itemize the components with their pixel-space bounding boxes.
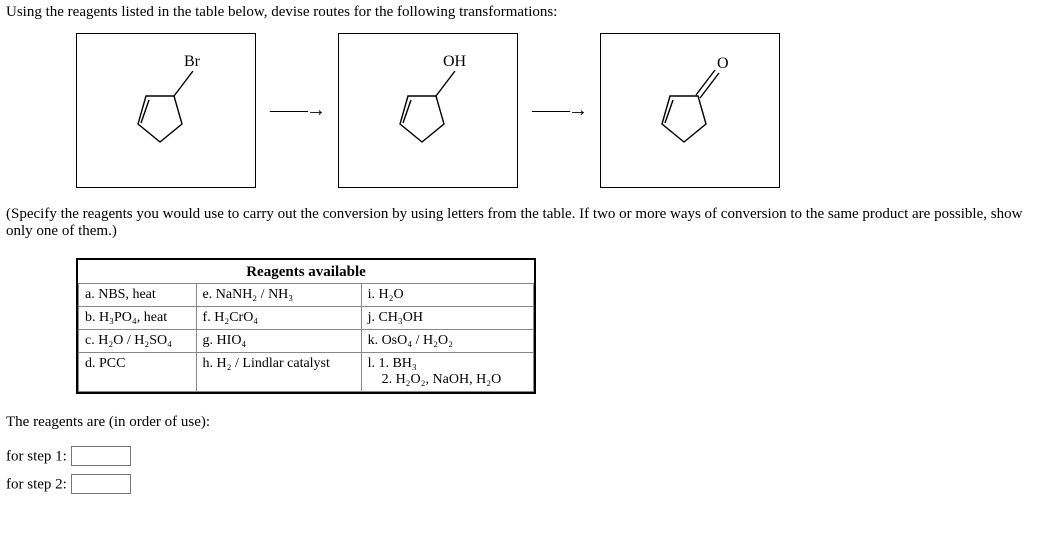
step1-label: for step 1: bbox=[6, 449, 67, 465]
reagent-cell: c. H₂O / H₂SO₄ bbox=[79, 330, 197, 353]
o-label: O bbox=[717, 55, 729, 72]
arrow-1: ——→ bbox=[270, 99, 324, 122]
reagent-cell: a. NBS, heat bbox=[79, 284, 197, 307]
reagent-cell: j. CH₃OH bbox=[361, 307, 533, 330]
molecule-2-box: OH bbox=[338, 33, 518, 188]
reagents-table: a. NBS, heat e. NaNH₂ / NH₃ i. H₂O b. H₃… bbox=[78, 283, 534, 392]
answer-intro: The reagents are (in order of use): bbox=[6, 414, 1033, 431]
molecule-1-svg: Br bbox=[96, 46, 236, 176]
reaction-scheme: Br ——→ OH ——→ O bbox=[76, 33, 1033, 188]
reagent-cell: i. H₂O bbox=[361, 284, 533, 307]
reagent-cell: b. H₃PO₄, heat bbox=[79, 307, 197, 330]
step2-input[interactable] bbox=[71, 474, 131, 494]
reagent-cell: l. 1. BH₃ 2. H₂O₂, NaOH, H₂O bbox=[361, 353, 533, 392]
specify-note: (Specify the reagents you would use to c… bbox=[6, 206, 1033, 240]
answer-block: The reagents are (in order of use): for … bbox=[6, 414, 1033, 494]
reagent-cell: e. NaNH₂ / NH₃ bbox=[196, 284, 361, 307]
question-intro: Using the reagents listed in the table b… bbox=[6, 4, 1033, 21]
reagents-box: Reagents available a. NBS, heat e. NaNH₂… bbox=[76, 258, 536, 394]
reagent-cell: k. OsO₄ / H₂O₂ bbox=[361, 330, 533, 353]
oh-label: OH bbox=[443, 53, 467, 70]
reagents-title: Reagents available bbox=[78, 260, 534, 283]
step2-label: for step 2: bbox=[6, 477, 67, 493]
br-label: Br bbox=[184, 53, 201, 70]
molecule-3-svg: O bbox=[620, 46, 760, 176]
molecule-2-svg: OH bbox=[358, 46, 498, 176]
table-row: c. H₂O / H₂SO₄ g. HIO₄ k. OsO₄ / H₂O₂ bbox=[79, 330, 534, 353]
step1-input[interactable] bbox=[71, 446, 131, 466]
reagent-cell: d. PCC bbox=[79, 353, 197, 392]
reagent-cell: f. H₂CrO₄ bbox=[196, 307, 361, 330]
molecule-1-box: Br bbox=[76, 33, 256, 188]
arrow-2: ——→ bbox=[532, 99, 586, 122]
table-row: d. PCC h. H₂ / Lindlar catalyst l. 1. BH… bbox=[79, 353, 534, 392]
molecule-3-box: O bbox=[600, 33, 780, 188]
reagent-cell: h. H₂ / Lindlar catalyst bbox=[196, 353, 361, 392]
table-row: a. NBS, heat e. NaNH₂ / NH₃ i. H₂O bbox=[79, 284, 534, 307]
reagent-cell: g. HIO₄ bbox=[196, 330, 361, 353]
table-row: b. H₃PO₄, heat f. H₂CrO₄ j. CH₃OH bbox=[79, 307, 534, 330]
